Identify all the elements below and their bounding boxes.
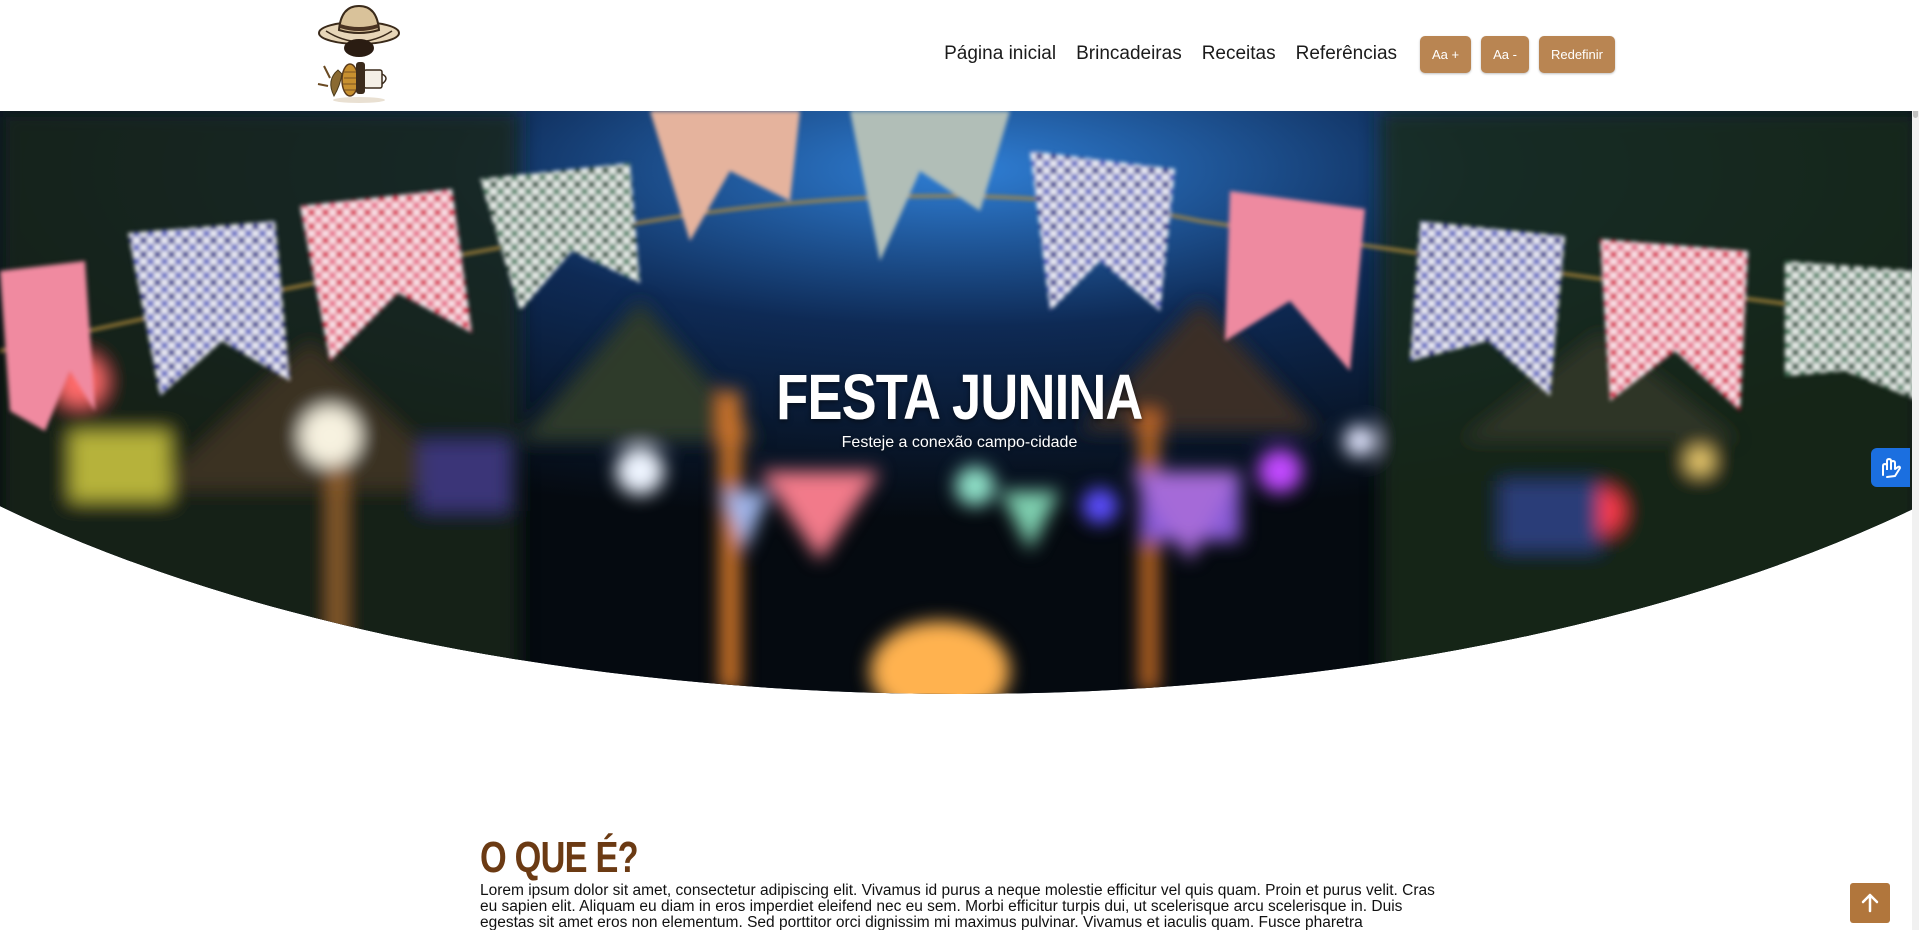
section-title: O QUE É? [480,833,639,882]
accessibility-widget-button[interactable] [1871,448,1910,487]
hero-title: FESTA JUNINA [776,361,1143,433]
hero-subtitle: Festeje a conexão campo-cidade [841,434,1078,451]
site-header: Página inicial Brincadeiras Receitas Ref… [0,0,1919,111]
hero-text: FESTA JUNINA Festeje a conexão campo-cid… [0,362,1919,452]
increase-font-button[interactable]: Aa + [1420,35,1472,73]
main-nav: Página inicial Brincadeiras Receitas Ref… [937,34,1615,74]
nav-link-brincadeiras[interactable]: Brincadeiras [1069,43,1189,65]
about-section: O QUE É? Lorem ipsum dolor sit amet, con… [480,834,1440,930]
section-body: Lorem ipsum dolor sit amet, consectetur … [480,882,1435,930]
vlibras-hands-icon [1881,457,1901,478]
hero-banner: FESTA JUNINA Festeje a conexão campo-cid… [0,111,1919,694]
decrease-font-button[interactable]: Aa - [1481,35,1529,73]
reset-font-button[interactable]: Redefinir [1538,35,1615,73]
logo-hat-icon[interactable] [306,0,412,106]
nav-link-referencias[interactable]: Referências [1289,43,1404,65]
back-to-top-button[interactable] [1850,883,1890,923]
nav-link-receitas[interactable]: Receitas [1195,43,1283,65]
page-scrollbar[interactable] [1912,0,1919,930]
arrow-up-icon [1861,893,1879,913]
nav-link-home[interactable]: Página inicial [937,43,1063,65]
